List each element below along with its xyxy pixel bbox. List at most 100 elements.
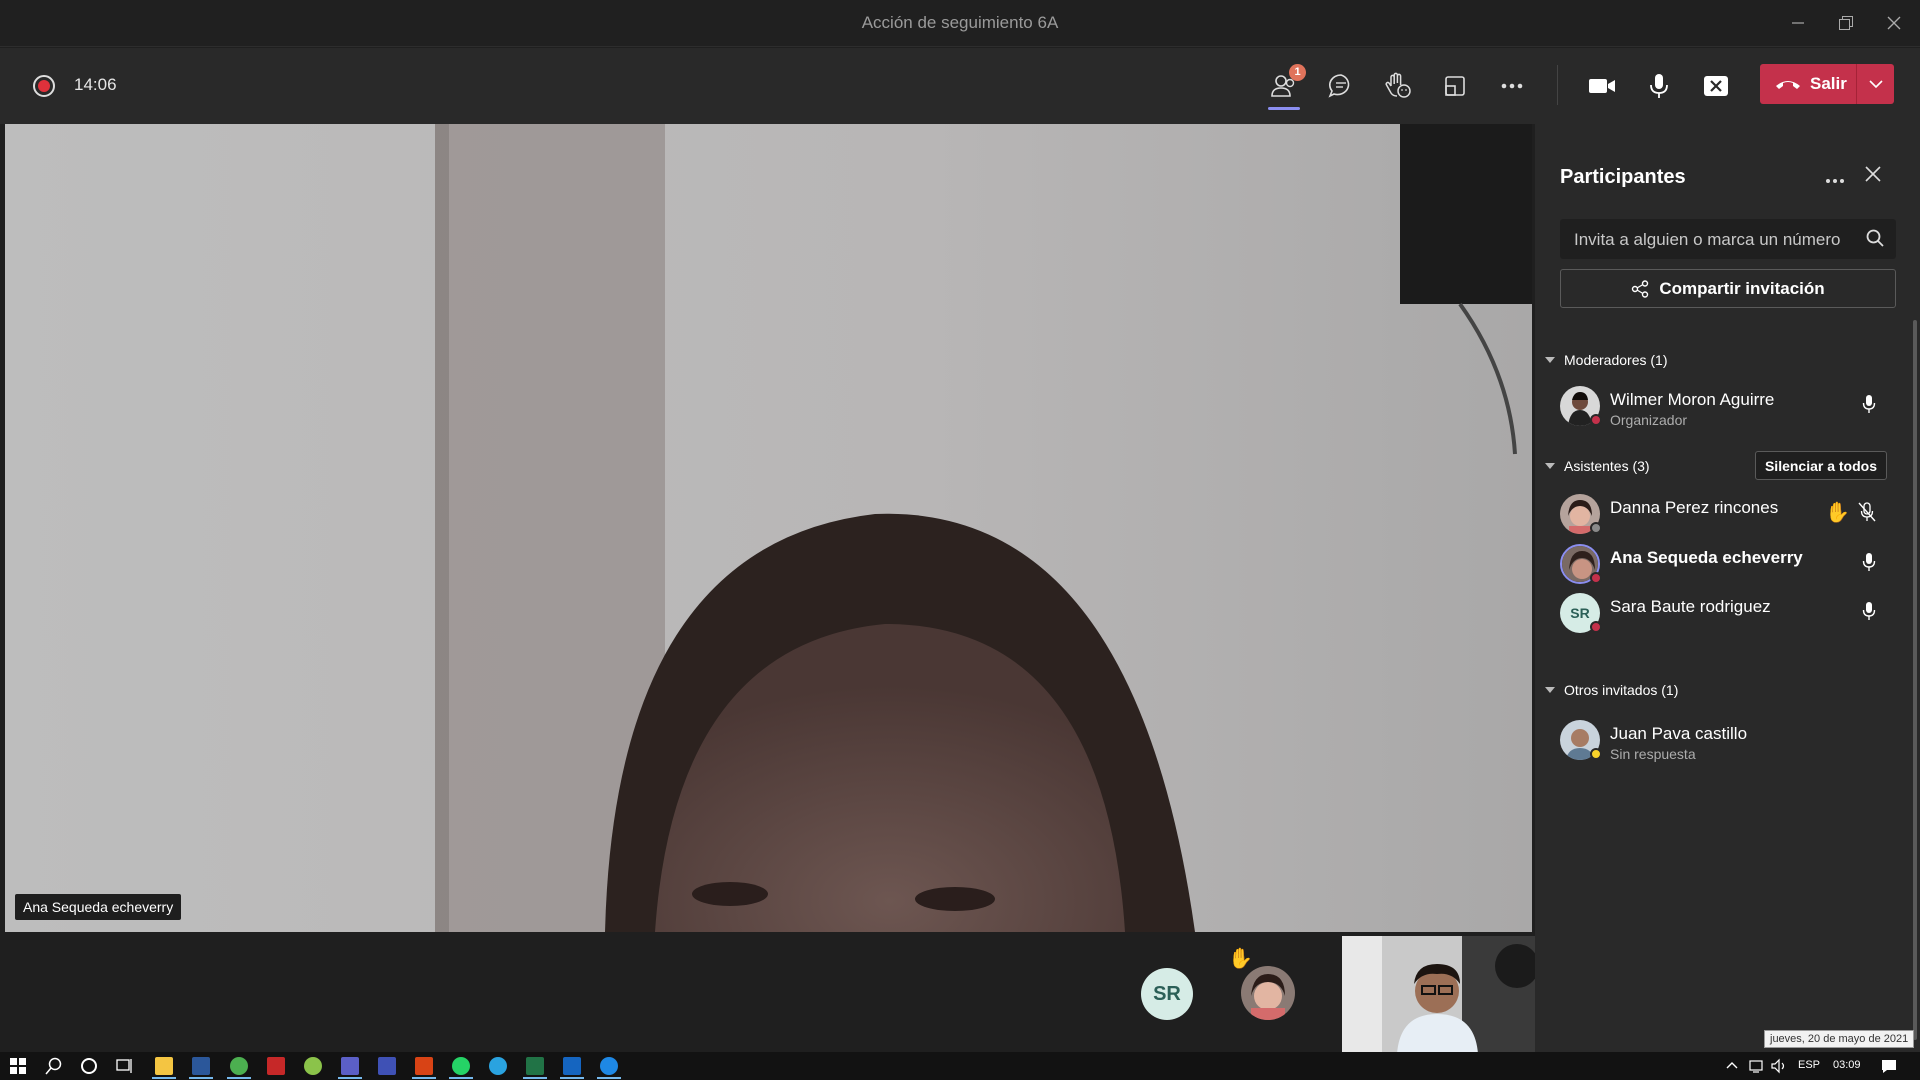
- search-icon[interactable]: [45, 1057, 63, 1075]
- restore-icon: [1839, 16, 1853, 30]
- running-indicator: [412, 1077, 436, 1079]
- toolbar-separator: [1557, 65, 1558, 105]
- chevron-down-icon: [1868, 80, 1883, 89]
- minimize-button[interactable]: [1784, 10, 1812, 36]
- word-icon[interactable]: [192, 1057, 210, 1075]
- telegram-icon[interactable]: [489, 1057, 507, 1075]
- more-icon: [1501, 83, 1523, 89]
- share-screen-button[interactable]: [1696, 66, 1736, 106]
- close-icon: [1887, 16, 1901, 30]
- camera-icon: [1589, 79, 1615, 93]
- status-busy-icon: [1590, 621, 1602, 633]
- microphone-icon: [1862, 553, 1876, 571]
- layout-icon: [1445, 76, 1465, 96]
- chevron-up-icon[interactable]: [1726, 1060, 1738, 1070]
- windows-start-icon[interactable]: [10, 1058, 26, 1074]
- panel-scrollbar[interactable]: [1913, 320, 1917, 1040]
- participant-name: Ana Sequeda echeverry: [1610, 548, 1803, 567]
- chevron-down-icon: [1545, 463, 1555, 469]
- chevron-down-icon: [1545, 687, 1555, 693]
- date-tooltip: jueves, 20 de mayo de 2021: [1764, 1030, 1915, 1048]
- avatar-photo: [1241, 966, 1295, 1020]
- participant-name: Wilmer Moron Aguirre: [1610, 390, 1775, 409]
- participant-role: Organizador: [1610, 412, 1688, 428]
- invite-search-placeholder: Invita a alguien o marca un número: [1574, 230, 1841, 249]
- title-bar: Acción de seguimiento 6A: [0, 0, 1920, 47]
- windows-taskbar: ESP 03:09: [0, 1052, 1920, 1080]
- participant-juan[interactable]: Juan Pava castillo Sin respuesta: [1560, 718, 1896, 762]
- participant-danna[interactable]: Danna Perez rincones ✋: [1560, 492, 1896, 536]
- window-title: Acción de seguimiento 6A: [861, 13, 1059, 32]
- share-invite-button[interactable]: Compartir invitación: [1560, 269, 1896, 308]
- microphone-icon: [1862, 395, 1876, 413]
- microphone-button[interactable]: [1639, 66, 1679, 106]
- clock[interactable]: 03:09: [1833, 1059, 1861, 1071]
- microphone-icon: [1862, 602, 1876, 620]
- microphone-muted-icon: [1858, 502, 1876, 522]
- participants-panel: Participantes Invita a alguien o marca u…: [1535, 124, 1920, 1052]
- self-view-video[interactable]: [1342, 936, 1535, 1054]
- active-tab-indicator: [1268, 107, 1300, 110]
- leave-options-button[interactable]: [1856, 64, 1894, 104]
- share-screen-icon: [1704, 76, 1728, 96]
- participant-ana[interactable]: Ana Sequeda echeverry: [1560, 542, 1896, 586]
- hangup-icon: [1776, 81, 1800, 89]
- language-indicator[interactable]: ESP: [1798, 1059, 1820, 1071]
- teams-icon[interactable]: [341, 1057, 359, 1075]
- chrome-icon[interactable]: [230, 1057, 248, 1075]
- leave-label: Salir: [1810, 74, 1847, 93]
- raised-hand-icon: ✋: [1825, 502, 1850, 524]
- meeting-timer: 14:06: [74, 75, 117, 94]
- mute-all-button[interactable]: Silenciar a todos: [1755, 451, 1887, 480]
- volume-icon[interactable]: [1770, 1058, 1788, 1074]
- participant-name: Juan Pava castillo: [1610, 724, 1748, 743]
- close-window-button[interactable]: [1880, 10, 1908, 36]
- file-explorer-icon[interactable]: [155, 1057, 173, 1075]
- network-icon[interactable]: [1748, 1058, 1766, 1074]
- status-away-icon: [1590, 748, 1602, 760]
- participant-sara[interactable]: SR Sara Baute rodriguez: [1560, 591, 1896, 635]
- others-section-toggle[interactable]: Otros invitados (1): [1545, 682, 1678, 698]
- acrobat-icon[interactable]: [267, 1057, 285, 1075]
- close-icon: [1865, 166, 1881, 182]
- minimize-icon: [1792, 22, 1804, 24]
- participant-avatar-sr[interactable]: SR: [1141, 968, 1193, 1020]
- microphone-icon: [1650, 74, 1668, 98]
- participant-strip: SR ✋: [0, 932, 1535, 1054]
- excel-icon[interactable]: [526, 1057, 544, 1075]
- app-icon[interactable]: [563, 1057, 581, 1075]
- reactions-button[interactable]: [1378, 66, 1418, 106]
- participant-avatar-danna[interactable]: [1241, 966, 1295, 1020]
- participant-wilmer[interactable]: Wilmer Moron Aguirre Organizador: [1560, 384, 1896, 428]
- share-icon: [1632, 279, 1649, 298]
- invite-search-input[interactable]: Invita a alguien o marca un número: [1560, 219, 1896, 259]
- running-indicator: [597, 1077, 621, 1079]
- chevron-down-icon: [1545, 357, 1555, 363]
- participant-name: Sara Baute rodriguez: [1610, 597, 1771, 616]
- cortana-icon[interactable]: [80, 1057, 98, 1075]
- app-icon[interactable]: [378, 1057, 396, 1075]
- whatsapp-icon[interactable]: [452, 1057, 470, 1075]
- chat-button[interactable]: [1321, 66, 1361, 106]
- panel-close-button[interactable]: [1865, 166, 1881, 187]
- participant-status: Sin respuesta: [1610, 746, 1696, 762]
- moderators-section-toggle[interactable]: Moderadores (1): [1545, 352, 1668, 368]
- panel-more-button[interactable]: [1825, 164, 1845, 190]
- participants-button[interactable]: 1: [1264, 64, 1306, 110]
- more-icon: [1826, 179, 1844, 183]
- participant-name: Danna Perez rincones: [1610, 498, 1779, 517]
- task-view-icon[interactable]: [116, 1057, 134, 1075]
- more-actions-button[interactable]: [1492, 66, 1532, 106]
- main-video[interactable]: Ana Sequeda echeverry: [5, 124, 1532, 932]
- attendees-section-toggle[interactable]: Asistentes (3): [1545, 458, 1650, 474]
- restore-button[interactable]: [1832, 10, 1860, 36]
- room-view-button[interactable]: [1435, 66, 1475, 106]
- chrome-canary-icon[interactable]: [304, 1057, 322, 1075]
- camera-button[interactable]: [1582, 66, 1622, 106]
- chat-icon: [1328, 74, 1350, 98]
- powerpoint-icon[interactable]: [415, 1057, 433, 1075]
- leave-button[interactable]: Salir: [1760, 64, 1894, 104]
- bluetooth-icon[interactable]: [600, 1057, 618, 1075]
- notifications-icon[interactable]: [1880, 1058, 1898, 1074]
- participants-badge: 1: [1289, 64, 1306, 81]
